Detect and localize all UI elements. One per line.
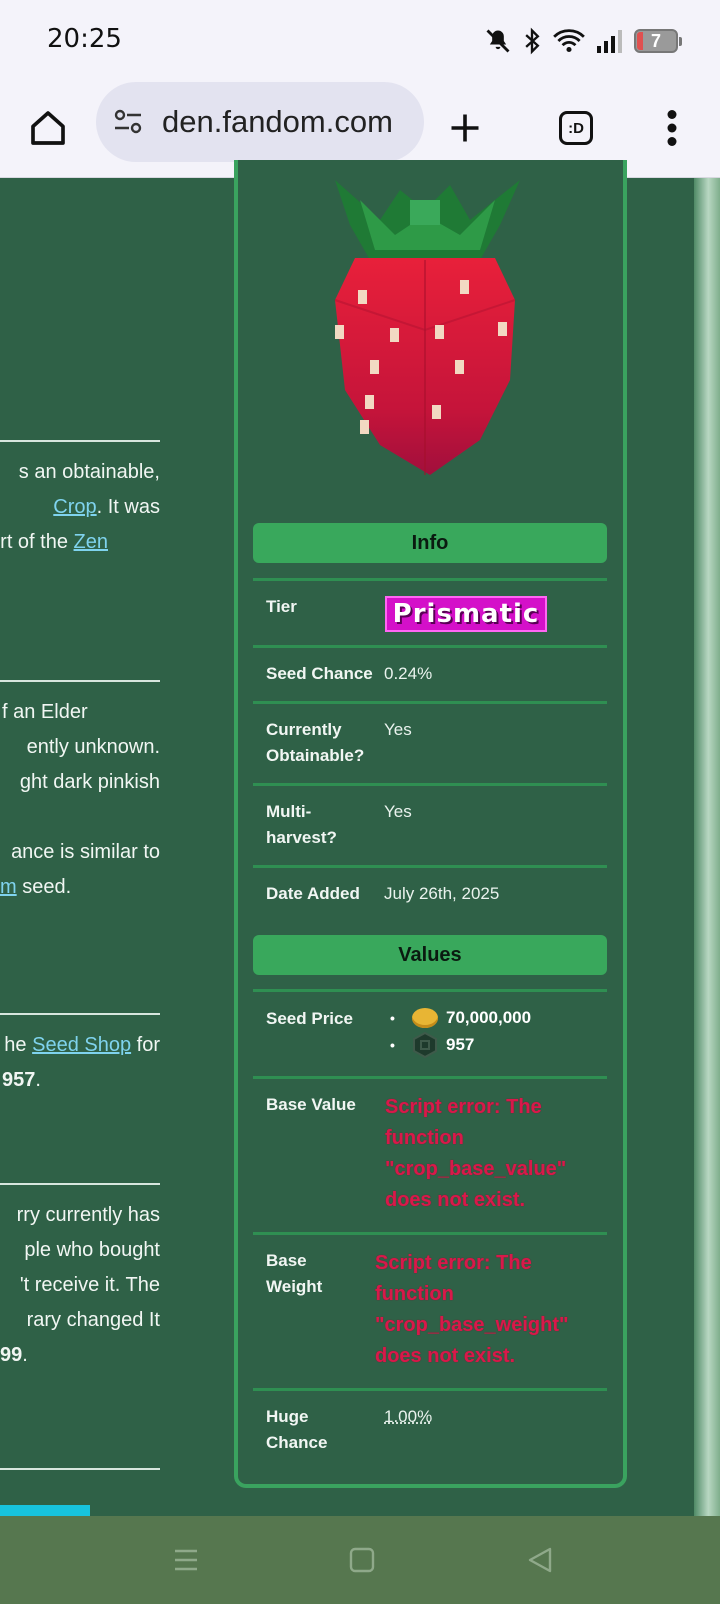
address-bar[interactable]: den.fandom.com	[96, 82, 424, 162]
tab-switcher-button[interactable]: :D	[548, 100, 604, 156]
menu-button[interactable]	[644, 100, 700, 156]
row-divider	[253, 1076, 607, 1079]
multi-harvest-value: Yes	[384, 802, 412, 821]
row-divider	[253, 989, 607, 992]
huge-chance-label: Huge Chance	[266, 1407, 328, 1452]
article-line: ple who bought	[24, 1239, 160, 1261]
system-nav-bar	[0, 1516, 720, 1604]
base-weight-label: Base Weight	[266, 1251, 323, 1296]
section-divider	[0, 1468, 160, 1470]
coin-icon	[412, 1007, 438, 1028]
seed-chance-value: 0.24%	[384, 664, 433, 683]
row-divider	[253, 865, 607, 868]
tier-label: Tier	[266, 597, 297, 616]
article-line: Crop. It was	[53, 496, 160, 518]
back-icon	[528, 1547, 552, 1573]
crop-link[interactable]: Crop	[53, 496, 96, 518]
date-added-value: July 26th, 2025	[384, 884, 500, 903]
huge-chance-value[interactable]: 1.00%	[384, 1404, 432, 1430]
article-line: ght dark pinkish	[19, 771, 160, 793]
scrollbar[interactable]	[694, 178, 720, 1516]
tier-badge[interactable]: Prismatic	[385, 596, 547, 632]
article-line: f an Elder	[2, 701, 88, 723]
recents-button[interactable]	[164, 1538, 208, 1582]
row-divider	[253, 578, 607, 581]
article-line: ance is similar to	[11, 841, 160, 863]
seed-link[interactable]: m	[0, 876, 17, 898]
status-time: 20:25	[47, 24, 122, 54]
row-divider	[253, 701, 607, 704]
section-divider	[0, 1183, 160, 1185]
values-heading: Values	[253, 935, 607, 975]
button-edge[interactable]	[0, 1505, 90, 1516]
article-line: rt of the Zen	[0, 531, 108, 553]
tabs-icon: :D	[559, 111, 593, 145]
article-line: rry currently has	[16, 1204, 160, 1226]
seed-price-list: • 70,000,000 • 957	[390, 1004, 531, 1058]
article-line: s an obtainable,	[18, 461, 160, 483]
article-line: 99.	[0, 1344, 28, 1366]
article-line: 957.	[2, 1069, 41, 1091]
article-line: rary changed It	[26, 1309, 160, 1331]
mute-icon	[484, 27, 512, 55]
price-robux: • 957	[390, 1031, 531, 1058]
article-line: ently unknown.	[26, 736, 160, 758]
obtainable-value: Yes	[384, 720, 412, 739]
fruit-image	[334, 180, 520, 475]
zen-link[interactable]: Zen	[74, 531, 108, 553]
status-bar: 20:25 7	[0, 0, 720, 80]
wifi-icon	[552, 27, 586, 55]
obtainable-label: Currently Obtainable?	[266, 720, 365, 765]
article-column: s an obtainable, Crop. It was rt of the …	[0, 178, 160, 1516]
base-weight-error: Script error: The function "crop_base_we…	[375, 1252, 569, 1367]
base-value-label: Base Value	[266, 1095, 356, 1114]
home-nav-button[interactable]	[340, 1538, 384, 1582]
section-divider	[0, 1013, 160, 1015]
more-vert-icon	[667, 110, 677, 146]
robux-icon	[413, 1031, 437, 1058]
article-line: 't receive it. The	[19, 1274, 160, 1296]
row-divider	[253, 1232, 607, 1235]
signal-icon	[596, 28, 624, 54]
base-value-error: Script error: The function "crop_base_va…	[385, 1096, 567, 1211]
article-line: he Seed Shop for	[4, 1034, 160, 1056]
url-text: den.fandom.com	[162, 104, 393, 139]
new-tab-icon	[451, 114, 479, 142]
row-divider	[253, 1388, 607, 1391]
seed-chance-label: Seed Chance	[266, 664, 373, 683]
seed-price-label: Seed Price	[266, 1009, 353, 1028]
new-tab-button[interactable]	[437, 100, 493, 156]
battery-icon: 7	[634, 29, 682, 53]
multi-harvest-label: Multi-harvest?	[266, 802, 337, 847]
status-icons: 7	[484, 25, 682, 57]
bluetooth-icon	[522, 27, 542, 55]
price-sheckles: • 70,000,000	[390, 1007, 532, 1028]
section-divider	[0, 440, 160, 442]
site-settings-icon	[114, 109, 142, 134]
menu-icon	[175, 1549, 197, 1571]
article-line: m seed.	[0, 876, 72, 898]
seed-shop-link[interactable]: Seed Shop	[32, 1034, 131, 1056]
home-button[interactable]	[20, 100, 76, 156]
date-added-label: Date Added	[266, 884, 360, 903]
home-square-icon	[349, 1547, 375, 1573]
info-heading: Info	[253, 523, 607, 563]
row-divider	[253, 645, 607, 648]
home-icon	[31, 111, 65, 145]
section-divider	[0, 680, 160, 682]
battery-level: 7	[650, 30, 661, 51]
row-divider	[253, 783, 607, 786]
back-button[interactable]	[518, 1538, 562, 1582]
